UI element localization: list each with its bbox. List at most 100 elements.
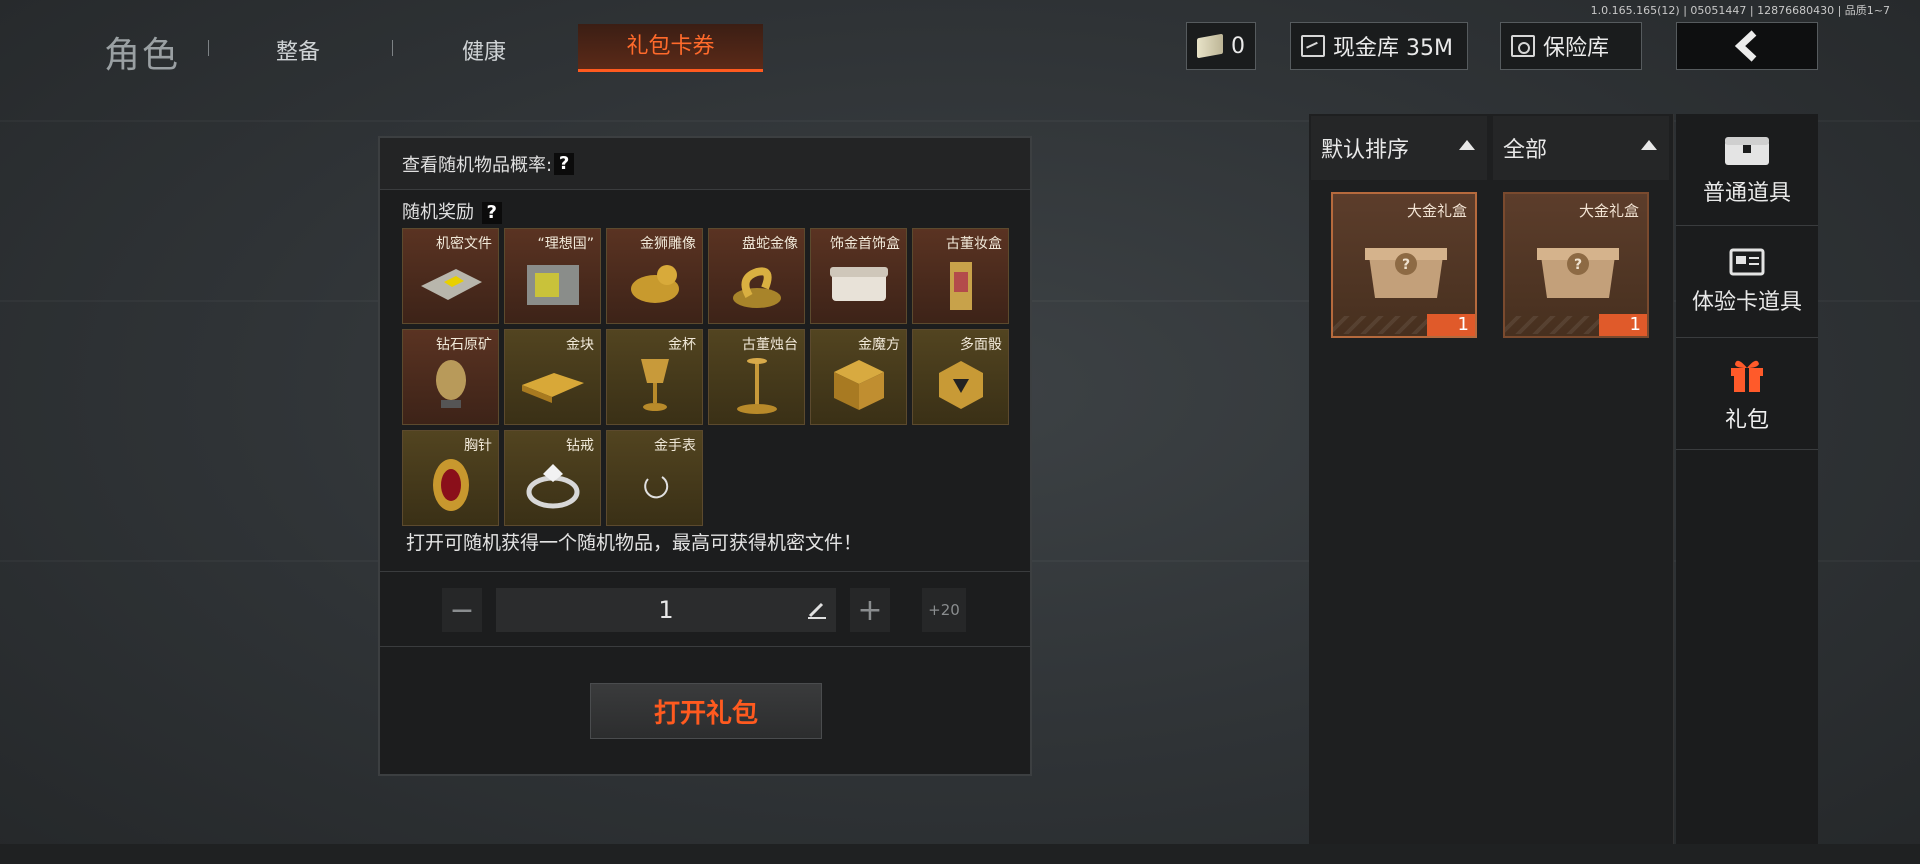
chevron-up-icon xyxy=(1641,140,1657,150)
reward-item[interactable]: 古董烛台 xyxy=(708,329,805,425)
reward-item[interactable]: 胸针 xyxy=(402,430,499,526)
reward-item[interactable]: 机密文件 xyxy=(402,228,499,324)
reward-item[interactable]: 钻石原矿 xyxy=(402,329,499,425)
quantity-value: 1 xyxy=(658,596,674,624)
sort-dropdown[interactable]: 默认排序 xyxy=(1311,116,1487,180)
reward-item[interactable]: 钻戒 xyxy=(504,430,601,526)
tab-health[interactable]: 健康 xyxy=(462,34,506,66)
reward-item-name: 古董烛台 xyxy=(742,337,798,353)
safe-vault-label: 保险库 xyxy=(1543,36,1610,61)
chest-icon xyxy=(1725,136,1769,165)
help-icon[interactable]: ? xyxy=(481,202,502,224)
card-icon xyxy=(1729,248,1765,275)
reward-item-name: 古董妆盒 xyxy=(946,236,1002,252)
help-icon[interactable]: ? xyxy=(554,152,575,175)
brooch-icon xyxy=(432,458,469,511)
classified-document-icon xyxy=(420,268,482,300)
sidebar-item-regular-items[interactable]: 普通道具 xyxy=(1676,114,1818,226)
nav-role-title[interactable]: 角色 xyxy=(104,26,180,78)
decrease-button[interactable]: − xyxy=(442,588,482,632)
reward-item-name: 金狮雕像 xyxy=(640,236,696,252)
reward-item-name: 钻石原矿 xyxy=(436,337,492,353)
probability-label: 查看随机物品概率: xyxy=(402,154,553,176)
gift-description: 打开可随机获得一个随机物品，最高可获得机密文件！ xyxy=(406,532,863,554)
quantity-stepper: − 1 + +20 xyxy=(442,588,972,632)
cash-vault-button[interactable]: 现金库 35M xyxy=(1290,22,1468,70)
sidebar-item-label: 普通道具 xyxy=(1702,180,1791,206)
reward-item-name: 盘蛇金像 xyxy=(742,236,798,252)
ticket-icon xyxy=(1197,33,1223,59)
reward-item[interactable]: 多面骰 xyxy=(912,329,1009,425)
inventory-item-name: 大金礼盒 xyxy=(1578,202,1639,220)
open-gift-button[interactable]: 打开礼包 xyxy=(590,683,822,739)
antique-vanity-box-icon xyxy=(949,261,972,310)
gift-icon xyxy=(1731,360,1763,392)
rarity-stripes xyxy=(1333,316,1433,334)
svg-text:?: ? xyxy=(1574,257,1582,273)
reward-item-name: 胸针 xyxy=(464,438,492,454)
jewelry-box-icon xyxy=(829,266,888,301)
tab-gift-vouchers[interactable]: 礼包卡券 xyxy=(578,24,763,72)
gift-detail-panel: 查看随机物品概率: ? 随机奖励 ? 机密文件 “理想国” 金狮雕像 盘蛇金像 … xyxy=(378,136,1032,776)
gold-gift-box-icon: ? xyxy=(1365,248,1447,298)
safe-icon xyxy=(1511,35,1535,57)
chevron-up-icon xyxy=(1459,140,1475,150)
cash-vault-label: 现金库 35M xyxy=(1333,36,1453,61)
back-button[interactable] xyxy=(1676,22,1818,70)
increase-button[interactable]: + xyxy=(850,588,890,632)
probability-header[interactable]: 查看随机物品概率: ? xyxy=(380,138,1030,190)
reward-item-name: 饰金首饰盒 xyxy=(830,236,900,252)
reward-item[interactable]: 金块 xyxy=(504,329,601,425)
back-arrow-icon xyxy=(1734,30,1757,62)
reward-item-name: 金杯 xyxy=(668,337,696,353)
reward-item[interactable]: “理想国” xyxy=(504,228,601,324)
filter-dropdown[interactable]: 全部 xyxy=(1493,116,1669,180)
reward-item[interactable]: 金杯 xyxy=(606,329,703,425)
sidebar-item-gift-packs[interactable]: 礼包 xyxy=(1676,338,1818,450)
rarity-stripes xyxy=(1505,316,1605,334)
safe-vault-button[interactable]: 保险库 xyxy=(1500,22,1642,70)
filter-label: 全部 xyxy=(1503,138,1548,163)
edit-icon[interactable] xyxy=(806,600,828,620)
reward-item-name: 多面骰 xyxy=(960,337,1002,353)
reward-item-name: 金魔方 xyxy=(858,337,900,353)
reward-item-name: 金块 xyxy=(566,337,594,353)
gold-gift-box-icon: ? xyxy=(1537,248,1619,298)
inventory-item[interactable]: 大金礼盒 ? 1 xyxy=(1503,192,1649,338)
reward-item[interactable]: 古董妆盒 xyxy=(912,228,1009,324)
polyhedral-dice-icon xyxy=(938,360,983,409)
quantity-field[interactable]: 1 xyxy=(496,588,836,632)
golden-snake-statue-icon xyxy=(732,266,781,308)
inventory-panel: 默认排序 全部 大金礼盒 ? 1 大金礼盒 ? 1 xyxy=(1309,114,1674,844)
ticket-counter[interactable]: 0 xyxy=(1186,22,1256,70)
rewards-title: 随机奖励 ? xyxy=(402,198,502,224)
gold-cube-icon xyxy=(833,359,884,410)
gold-cup-icon xyxy=(640,358,669,411)
inventory-item-name: 大金礼盒 xyxy=(1406,202,1467,220)
inventory-item[interactable]: 大金礼盒 ? 1 xyxy=(1331,192,1477,338)
reward-item[interactable]: 饰金首饰盒 xyxy=(810,228,907,324)
reward-grid: 机密文件 “理想国” 金狮雕像 盘蛇金像 饰金首饰盒 古董妆盒 钻石原矿 金块 … xyxy=(402,228,1009,526)
nav-separator xyxy=(208,40,209,56)
tab-equipment[interactable]: 整备 xyxy=(276,34,320,66)
reward-item-name: 金手表 xyxy=(654,438,696,454)
reward-item-name: 机密文件 xyxy=(436,236,492,252)
reward-item-name: 钻戒 xyxy=(566,438,594,454)
sidebar-item-trial-card-items[interactable]: 体验卡道具 xyxy=(1676,226,1818,338)
reward-item[interactable]: 金魔方 xyxy=(810,329,907,425)
diamond-ring-icon xyxy=(526,463,579,509)
cash-icon xyxy=(1301,35,1325,57)
add-twenty-button[interactable]: +20 xyxy=(922,588,966,632)
ticket-count: 0 xyxy=(1231,33,1245,59)
svg-text:?: ? xyxy=(1402,257,1410,273)
raw-diamond-ore-icon xyxy=(435,359,466,408)
inventory-item-count: 1 xyxy=(1599,314,1647,336)
reward-item[interactable]: 盘蛇金像 xyxy=(708,228,805,324)
utopia-case-icon xyxy=(526,264,579,305)
reward-item[interactable]: 金狮雕像 xyxy=(606,228,703,324)
version-info: 1.0.165.165(12) | 05051447 | 12876680430… xyxy=(1590,4,1890,17)
sidebar-item-label: 礼包 xyxy=(1724,407,1769,433)
reward-item[interactable]: 金手表 xyxy=(606,430,703,526)
rewards-label: 随机奖励 xyxy=(402,202,474,223)
antique-candlestick-icon xyxy=(736,357,777,414)
